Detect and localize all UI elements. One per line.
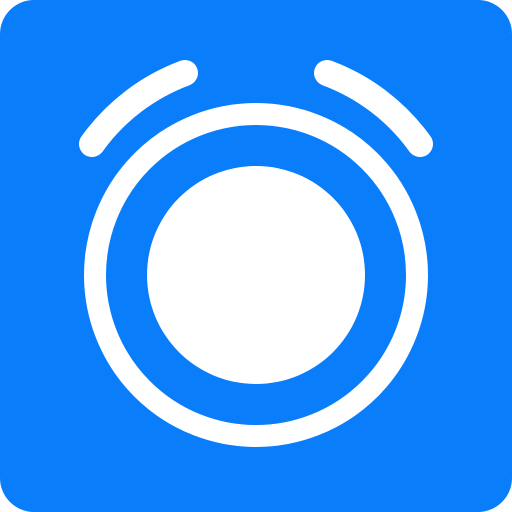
app-icon xyxy=(0,0,512,512)
alarm-clock-icon xyxy=(0,0,512,512)
clock-face xyxy=(147,166,365,384)
